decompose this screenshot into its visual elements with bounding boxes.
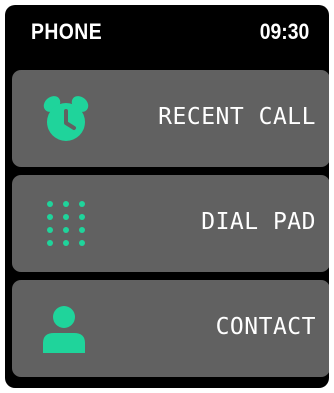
- dial-pad-button[interactable]: DIAL PAD: [12, 175, 329, 272]
- status-bar: PHONE 09:30: [5, 5, 329, 65]
- recent-call-label: RECENT CALL: [158, 104, 316, 130]
- alarm-clock-icon: [40, 93, 92, 145]
- contact-label: CONTACT: [215, 314, 316, 340]
- recent-call-button[interactable]: RECENT CALL: [12, 70, 329, 167]
- person-icon: [40, 303, 92, 355]
- clock-time: 09:30: [259, 19, 309, 44]
- keypad-icon: [40, 198, 92, 250]
- dial-pad-label: DIAL PAD: [201, 209, 316, 235]
- contact-button[interactable]: CONTACT: [12, 280, 329, 377]
- phone-screen: PHONE 09:30 RECENT CALL DIAL PAD CONTACT: [5, 5, 329, 388]
- app-title: PHONE: [31, 19, 103, 44]
